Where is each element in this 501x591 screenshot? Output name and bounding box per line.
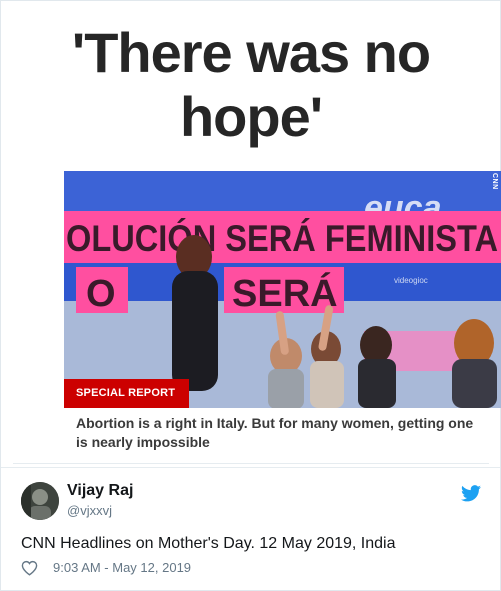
avatar[interactable]	[21, 482, 59, 520]
article-caption[interactable]: Abortion is a right in Italy. But for ma…	[76, 414, 486, 452]
author-name[interactable]: Vijay Raj	[67, 482, 133, 500]
heart-icon[interactable]	[21, 560, 38, 576]
tweet-card: 'There was no hope' euca videogioc OLUCI…	[0, 0, 501, 591]
cnn-watermark: CNN	[491, 173, 498, 190]
article-headline: 'There was no hope'	[13, 21, 489, 149]
sign-subtext: videogioc	[394, 276, 428, 285]
special-report-badge: SPECIAL REPORT	[64, 379, 189, 408]
avatar-photo-icon	[21, 482, 59, 520]
author-handle[interactable]: @vjxxvj	[67, 503, 112, 518]
divider	[1, 467, 500, 468]
headline-line-2: hope'	[179, 85, 323, 148]
twitter-bird-icon[interactable]	[461, 485, 481, 502]
headline-line-1: 'There was no	[71, 21, 431, 84]
banner-row-1: OLUCIÓN SERÁ FEMINISTA	[66, 217, 498, 259]
article-photo: euca videogioc OLUCIÓN SERÁ FEMINISTA O …	[64, 171, 501, 408]
tweet-timestamp[interactable]: 9:03 AM - May 12, 2019	[53, 560, 191, 575]
embedded-article-image[interactable]: 'There was no hope' euca videogioc OLUCI…	[13, 1, 501, 464]
tweet-text: CNN Headlines on Mother's Day. 12 May 20…	[21, 535, 396, 552]
banner-row-2a: O	[86, 273, 116, 315]
banner-row-2b: SERÁ	[232, 271, 338, 315]
